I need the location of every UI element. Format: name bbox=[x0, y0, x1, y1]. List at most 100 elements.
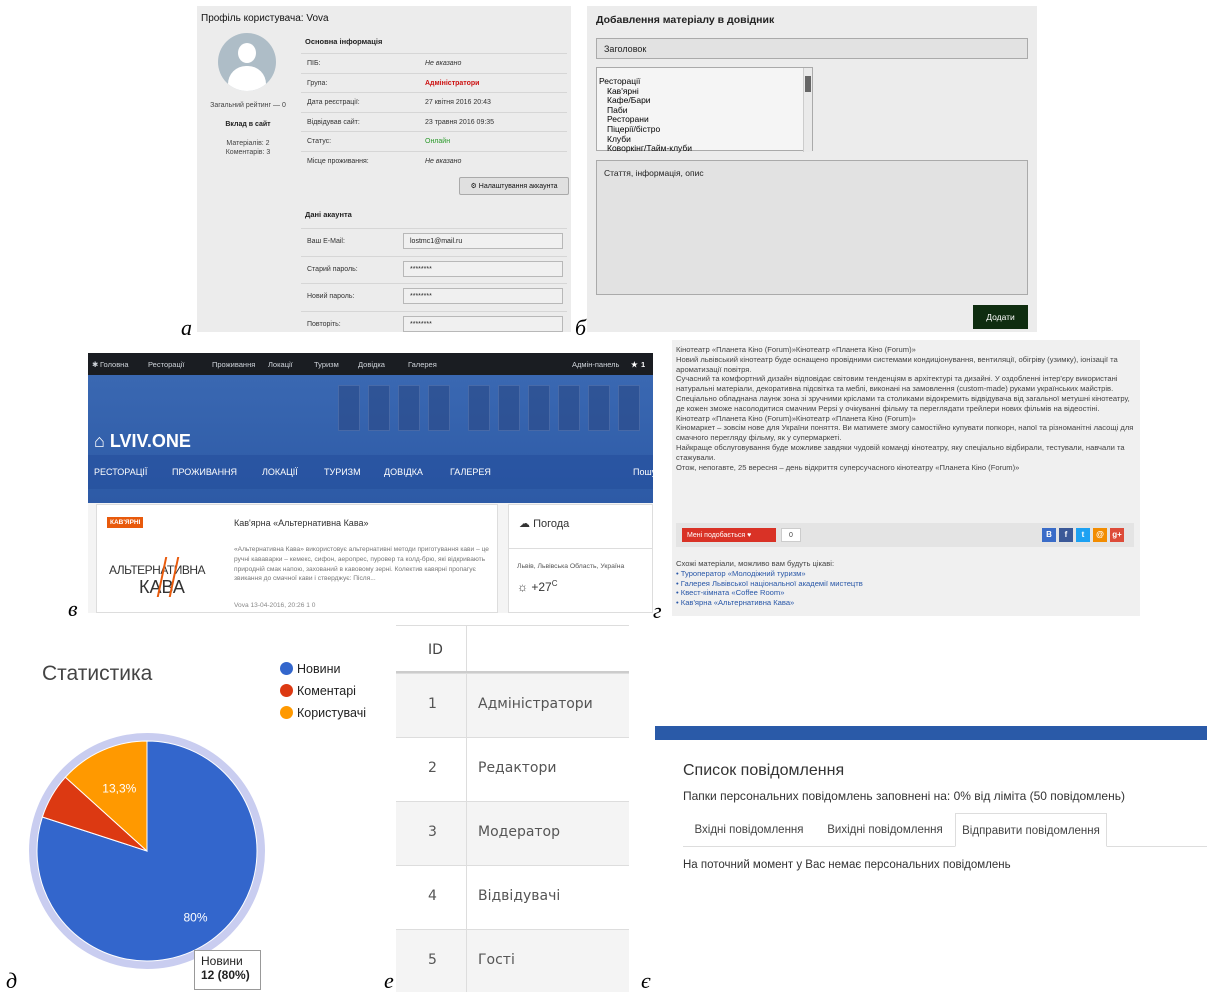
group-name: Адміністратори bbox=[478, 696, 593, 712]
facebook-icon[interactable]: f bbox=[1059, 528, 1073, 542]
pie-chart: 80% 13,3% bbox=[29, 733, 265, 969]
menu-reference[interactable]: ДОВІДКА bbox=[384, 467, 423, 477]
add-material-panel: Добавлення матеріалу в довідник Заголово… bbox=[587, 6, 1037, 332]
similar-link[interactable]: Галерея Львівської національної академії… bbox=[681, 579, 863, 588]
group-name: Відвідувачі bbox=[478, 888, 561, 904]
row-key: Дата реєстрації: bbox=[307, 99, 360, 106]
profile-row: Статус: Онлайн bbox=[301, 131, 567, 151]
menu-tourism[interactable]: ТУРИЗМ bbox=[324, 467, 361, 477]
rating-text: Загальний рейтинг — 0 bbox=[210, 102, 286, 109]
row-value: 23 травня 2016 09:35 bbox=[425, 118, 495, 126]
similar-link[interactable]: Квест-кімната «Coffee Room» bbox=[681, 588, 785, 597]
topnav-gallery[interactable]: Галерея bbox=[408, 360, 437, 369]
vk-icon[interactable]: B bbox=[1042, 528, 1056, 542]
row-value: Не вказано bbox=[425, 60, 462, 67]
menu-accommodation[interactable]: ПРОЖИВАННЯ bbox=[172, 467, 237, 477]
account-input[interactable]: ******** bbox=[403, 315, 563, 332]
similar-link[interactable]: Туроператор «Молодіжний туризм» bbox=[681, 569, 806, 578]
category-badge[interactable]: КАВ'ЯРНІ bbox=[107, 517, 144, 528]
tab-outbox[interactable]: Вихідні повідомлення bbox=[817, 813, 953, 847]
card-meta: Vova 13-04-2016, 20:26 1 0 bbox=[234, 602, 316, 609]
star-count: 1 bbox=[641, 360, 646, 369]
menu-gallery[interactable]: ГАЛЕРЕЯ bbox=[450, 467, 491, 477]
comments-count: Коментарів: 3 bbox=[225, 149, 271, 156]
table-row[interactable]: 5 Гості bbox=[396, 929, 629, 992]
menu-restaurants[interactable]: РЕСТОРАЦІЇ bbox=[94, 467, 147, 477]
article-paragraph: Кінотеатр «Планета Кіно (Forum)»Кінотеат… bbox=[676, 413, 916, 423]
topnav-accommodation[interactable]: Проживання bbox=[212, 360, 255, 369]
mail-icon[interactable]: @ bbox=[1093, 528, 1107, 542]
figure-letter-b: б bbox=[575, 315, 587, 340]
main-menu: РЕСТОРАЦІЇ ПРОЖИВАННЯ ЛОКАЦІЇ ТУРИЗМ ДОВ… bbox=[88, 455, 653, 489]
heart-icon: ♥ bbox=[747, 532, 752, 539]
like-button[interactable]: Мені подобається ♥ bbox=[682, 528, 776, 542]
article-text: Кінотеатр «Планета Кіно (Forum)»Кінотеат… bbox=[676, 345, 1136, 472]
category-listbox[interactable]: Ресторації Кав'ярні Кафе/Бари Паби Ресторан… bbox=[596, 67, 813, 154]
main-info-heading: Основна інформація bbox=[305, 37, 383, 46]
row-value: Не вказано bbox=[425, 157, 462, 165]
materials-count: Матеріалів: 2 bbox=[226, 140, 270, 147]
account-settings-button[interactable]: ⚙ Налаштування аккаунта bbox=[459, 177, 569, 195]
sun-icon: ☼ bbox=[517, 580, 528, 594]
table-row[interactable]: 2 Редактори bbox=[396, 737, 629, 801]
similar-title: Схожі матеріали, можливо вам будуть ціка… bbox=[676, 559, 835, 568]
article-panel: Кінотеатр «Планета Кіно (Forum)»Кінотеат… bbox=[672, 340, 1140, 616]
card-title[interactable]: Кав'ярна «Альтернативна Кава» bbox=[234, 518, 369, 528]
account-input[interactable]: lostmc1@mail.ru bbox=[403, 233, 563, 249]
account-field: Старий пароль: ******** bbox=[301, 255, 567, 282]
figure-letter-d: д bbox=[6, 968, 18, 993]
add-button[interactable]: Додати bbox=[973, 305, 1028, 329]
table-row[interactable]: 3 Модератор bbox=[396, 801, 629, 865]
listbox-scrollbar[interactable] bbox=[803, 68, 812, 152]
article-paragraph: Новий львівський кінотеатр буде оснащено… bbox=[676, 354, 1118, 374]
category-option[interactable]: Коворкінг/Тайм-клуби bbox=[599, 144, 812, 154]
group-name: Редактори bbox=[478, 760, 557, 776]
heading-input[interactable]: Заголовок bbox=[596, 38, 1028, 59]
avatar bbox=[218, 33, 276, 91]
search-cut[interactable]: Пошу bbox=[633, 467, 653, 477]
row-value: 27 квітня 2016 20:43 bbox=[425, 99, 491, 106]
figure-letter-v: в bbox=[68, 596, 78, 621]
account-input[interactable]: ******** bbox=[403, 288, 563, 304]
row-value: Онлайн bbox=[425, 138, 451, 145]
gear-icon: ⚙ bbox=[470, 183, 477, 190]
group-id: 3 bbox=[428, 824, 437, 840]
profile-panel: Профіль користувача: Vova Загальний рейт… bbox=[197, 6, 571, 332]
similar-link[interactable]: Кав'ярна «Альтернативна Кава» bbox=[681, 598, 795, 607]
table-row[interactable]: 4 Відвідувачі bbox=[396, 865, 629, 929]
topnav-tourism[interactable]: Туризм bbox=[314, 360, 339, 369]
pie-slice-label: 13,3% bbox=[102, 782, 136, 796]
topnav-restaurants[interactable]: Ресторації bbox=[148, 360, 185, 369]
add-material-title: Добавлення матеріалу в довідник bbox=[596, 14, 775, 26]
id-header[interactable]: ID bbox=[428, 642, 443, 658]
pie-slice-label: 80% bbox=[183, 911, 207, 925]
messages-quota: Папки персональних повідомлень заповнені… bbox=[683, 789, 1125, 803]
topnav-locations[interactable]: Локації bbox=[268, 360, 293, 369]
like-bar: Мені подобається ♥ 0 B f t @ g+ bbox=[676, 523, 1134, 547]
star-icon: ★ bbox=[631, 360, 638, 369]
group-id: 1 bbox=[428, 696, 437, 712]
legend-users[interactable]: Користувачі bbox=[280, 706, 366, 720]
site-logo[interactable]: ⌂ LVIV.ONE bbox=[94, 431, 191, 452]
statistics-chart: Статистика 80% 13,3% Новини Коментарі Кор… bbox=[0, 640, 380, 990]
account-input[interactable]: ******** bbox=[403, 260, 563, 277]
tab-inbox[interactable]: Вхідні повідомлення bbox=[683, 813, 815, 847]
menu-locations[interactable]: ЛОКАЦІЇ bbox=[262, 467, 298, 477]
legend-news[interactable]: Новини bbox=[280, 662, 341, 676]
article-paragraph: Кіномаркет – зовсім нове для України пон… bbox=[676, 423, 1134, 443]
legend-comments[interactable]: Коментарі bbox=[280, 684, 356, 698]
table-row[interactable]: 1 Адміністратори bbox=[396, 673, 629, 737]
googleplus-icon[interactable]: g+ bbox=[1110, 528, 1124, 542]
article-card[interactable]: АЛЬТЕРНАТИВНА КАВА КАВ'ЯРНІ Кав'ярна «Ал… bbox=[96, 504, 498, 613]
weather-temp: +27 bbox=[531, 580, 552, 594]
body-textarea[interactable]: Стаття, інформація, опис bbox=[596, 160, 1028, 295]
twitter-icon[interactable]: t bbox=[1076, 528, 1090, 542]
admin-panel-link[interactable]: Адмін-панель bbox=[572, 360, 619, 369]
topnav-home[interactable]: Головна bbox=[100, 360, 129, 369]
topnav-reference[interactable]: Довідка bbox=[358, 360, 385, 369]
field-label: Новий пароль: bbox=[307, 293, 355, 300]
row-key: Статус: bbox=[307, 138, 332, 145]
tab-send[interactable]: Відправити повідомлення bbox=[955, 813, 1107, 847]
contrib-title: Вклад в сайт bbox=[225, 121, 271, 128]
category-option[interactable]: Кафе/Бари bbox=[599, 96, 812, 106]
